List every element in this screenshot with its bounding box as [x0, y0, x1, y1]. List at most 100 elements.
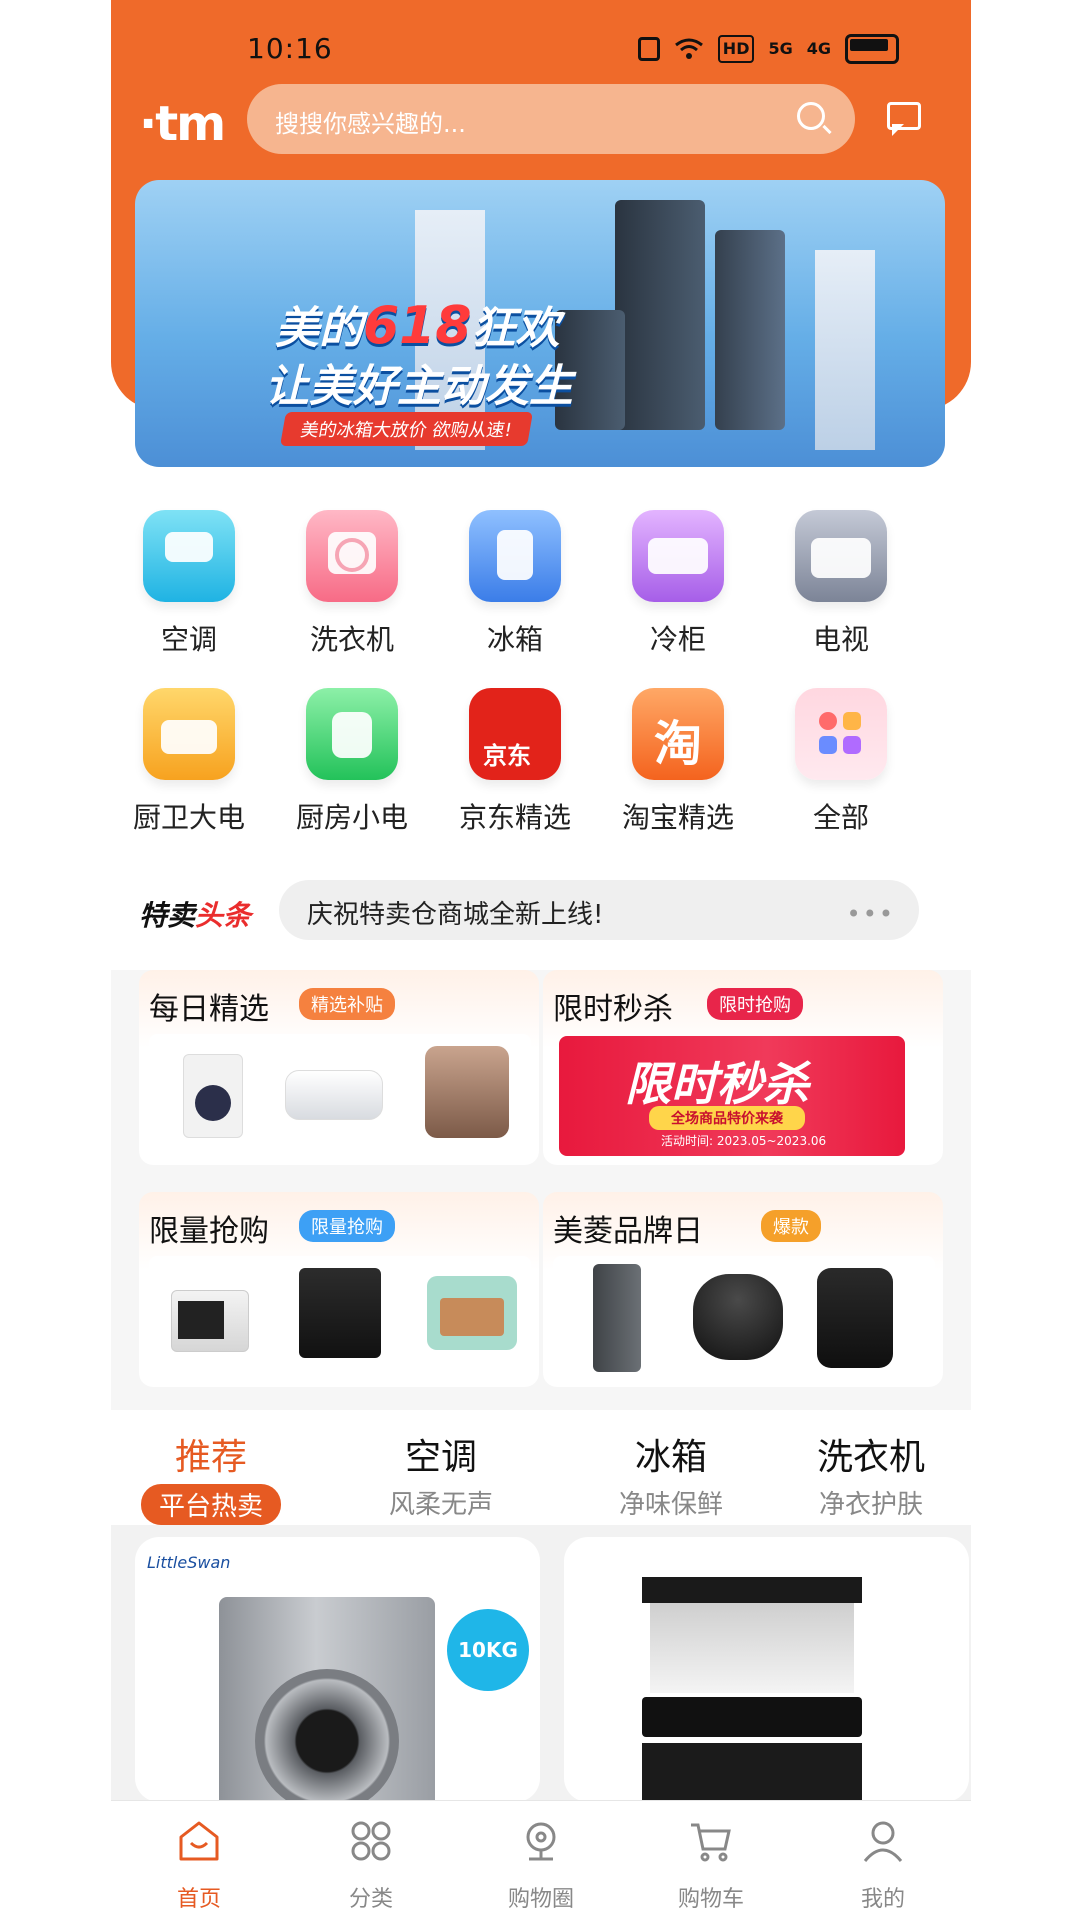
category-range-hood[interactable]: 厨卫大电 — [114, 688, 264, 836]
category-all[interactable]: 全部 — [766, 688, 916, 836]
pressure-cooker-image — [817, 1268, 893, 1368]
all-dots — [819, 712, 863, 756]
rice-cooker-image — [693, 1274, 783, 1360]
category-tabs: 推荐 平台热卖 空调 风柔无声 冰箱 净味保鲜 洗衣机 净衣护肤 — [111, 1420, 971, 1530]
all-icon — [795, 688, 887, 780]
tab-title: 推荐 — [174, 1437, 247, 1478]
freezer-icon — [632, 510, 724, 602]
jd-mark: 京东 — [483, 742, 531, 770]
nfc-icon — [637, 37, 660, 61]
microwave-image — [171, 1290, 249, 1352]
home-icon — [177, 1819, 221, 1863]
taobao-icon: 淘 — [632, 688, 724, 780]
banner-line1-post: 狂欢 — [471, 303, 560, 354]
nav-category[interactable]: 分类 — [311, 1819, 431, 1913]
tab-recommend[interactable]: 推荐 平台热卖 — [111, 1428, 311, 1525]
news-ticker[interactable]: 特卖头条 庆祝特卖仓商城全新上线! ••• — [139, 880, 939, 940]
bottom-nav: 首页 分类 购物圈 购物车 我的 — [111, 1800, 971, 1920]
category-label: 洗衣机 — [309, 623, 394, 656]
washer-door — [255, 1669, 399, 1802]
category-freezer[interactable]: 冷柜 — [603, 510, 753, 658]
4g-icon: 4G — [806, 39, 831, 58]
tab-sub: 平台热卖 — [140, 1484, 281, 1525]
brand-logo: LittleSwan — [147, 1553, 231, 1572]
category-taobao[interactable]: 淘 淘宝精选 — [603, 688, 753, 836]
tab-refrigerator[interactable]: 冰箱 净味保鲜 — [571, 1428, 771, 1521]
nav-label: 购物圈 — [507, 1887, 574, 1912]
promo-images — [553, 1256, 935, 1380]
banner-line3: 美的冰箱大放价 欲购从速! — [280, 412, 533, 446]
nav-label: 我的 — [860, 1887, 905, 1912]
app-logo[interactable]: ·tm — [139, 96, 226, 152]
banner-building — [815, 250, 875, 450]
promo-daily-picks[interactable]: 每日精选 精选补贴 — [139, 970, 539, 1165]
promo-badge: 限量抢购 — [299, 1210, 395, 1242]
category-kettle[interactable]: 厨房小电 — [277, 688, 427, 836]
user-icon — [861, 1819, 905, 1863]
category-tv[interactable]: 电视 — [766, 510, 916, 658]
refrigerator-icon — [469, 510, 561, 602]
tab-title: 空调 — [404, 1437, 477, 1478]
flash-sale-banner: 限时秒杀 全场商品特价来袭 活动时间: 2023.05~2023.06 — [559, 1036, 905, 1156]
category-label: 冰箱 — [486, 623, 543, 656]
app-screen: 10:16 HD 5G 4G ·tm 搜搜你感兴趣的... 美的618狂欢 让美… — [111, 0, 971, 1920]
news-text: 庆祝特卖仓商城全新上线! — [307, 900, 604, 930]
capacity-badge: 10KG — [447, 1609, 529, 1691]
category-washing-machine[interactable]: 洗衣机 — [277, 510, 427, 658]
air-conditioner-icon — [143, 510, 235, 602]
promo-badge: 限时抢购 — [707, 988, 803, 1020]
promo-meiling-day[interactable]: 美菱品牌日 爆款 — [543, 1192, 943, 1387]
promo-title: 限量抢购 — [149, 1214, 269, 1249]
category-refrigerator[interactable]: 冰箱 — [440, 510, 590, 658]
product-card[interactable] — [564, 1537, 969, 1802]
category-label: 厨卫大电 — [132, 801, 245, 834]
news-bar[interactable]: 庆祝特卖仓商城全新上线! ••• — [279, 880, 919, 940]
cart-icon — [689, 1819, 733, 1863]
oven-image — [427, 1276, 517, 1350]
tab-washing-machine[interactable]: 洗衣机 净衣护肤 — [771, 1428, 971, 1521]
banner-fridge — [615, 200, 705, 430]
nav-label: 购物车 — [677, 1887, 744, 1912]
tv-icon — [795, 510, 887, 602]
nav-cart[interactable]: 购物车 — [651, 1819, 771, 1913]
news-tag-b: 头条 — [195, 899, 252, 932]
promo-title: 限时秒杀 — [553, 992, 673, 1027]
promo-images — [149, 1034, 531, 1158]
wifi-icon — [674, 37, 704, 61]
product-card[interactable]: LittleSwan 10KG — [135, 1537, 540, 1802]
nav-shopping-circle[interactable]: 购物圈 — [481, 1819, 601, 1913]
promo-title: 美菱品牌日 — [553, 1214, 703, 1249]
promo-section: 每日精选 精选补贴 限时秒杀 限时抢购 限时秒杀 全场商品特价来袭 活动时间: … — [111, 970, 971, 1410]
category-label: 空调 — [160, 623, 217, 656]
promo-title: 每日精选 — [149, 992, 269, 1027]
category-air-conditioner[interactable]: 空调 — [114, 510, 264, 658]
location-icon — [519, 1819, 563, 1863]
flash-sale-date: 活动时间: 2023.05~2023.06 — [661, 1134, 827, 1148]
message-icon[interactable] — [887, 102, 921, 136]
banner-618: 618 — [363, 296, 472, 356]
nav-home[interactable]: 首页 — [139, 1819, 259, 1913]
promo-flash-sale[interactable]: 限时秒杀 限时抢购 限时秒杀 全场商品特价来袭 活动时间: 2023.05~20… — [543, 970, 943, 1165]
water-heater-image — [285, 1070, 383, 1120]
tab-air-conditioner[interactable]: 空调 风柔无声 — [341, 1428, 541, 1521]
category-jd[interactable]: 京东 京东精选 — [440, 688, 590, 836]
category-label: 厨房小电 — [295, 801, 408, 834]
promo-limited[interactable]: 限量抢购 限量抢购 — [139, 1192, 539, 1387]
search-placeholder: 搜搜你感兴趣的... — [275, 110, 466, 138]
hd-icon: HD — [717, 35, 755, 63]
category-label: 冷柜 — [649, 623, 706, 656]
promo-badge: 爆款 — [761, 1210, 821, 1242]
nav-mine[interactable]: 我的 — [823, 1819, 943, 1913]
category-icon — [349, 1819, 393, 1863]
category-label: 电视 — [812, 623, 869, 656]
range-hood-icon — [143, 688, 235, 780]
more-icon[interactable]: ••• — [847, 900, 895, 928]
tab-sub: 净衣护肤 — [818, 1490, 923, 1520]
tab-title: 洗衣机 — [816, 1437, 925, 1478]
nav-label: 分类 — [348, 1887, 393, 1912]
promo-banner[interactable]: 美的618狂欢 让美好主动发生 美的冰箱大放价 欲购从速! — [135, 180, 945, 467]
nav-label: 首页 — [176, 1887, 221, 1912]
status-icons: HD 5G 4G — [637, 34, 899, 64]
search-icon[interactable] — [797, 102, 825, 130]
search-input[interactable]: 搜搜你感兴趣的... — [247, 84, 855, 154]
